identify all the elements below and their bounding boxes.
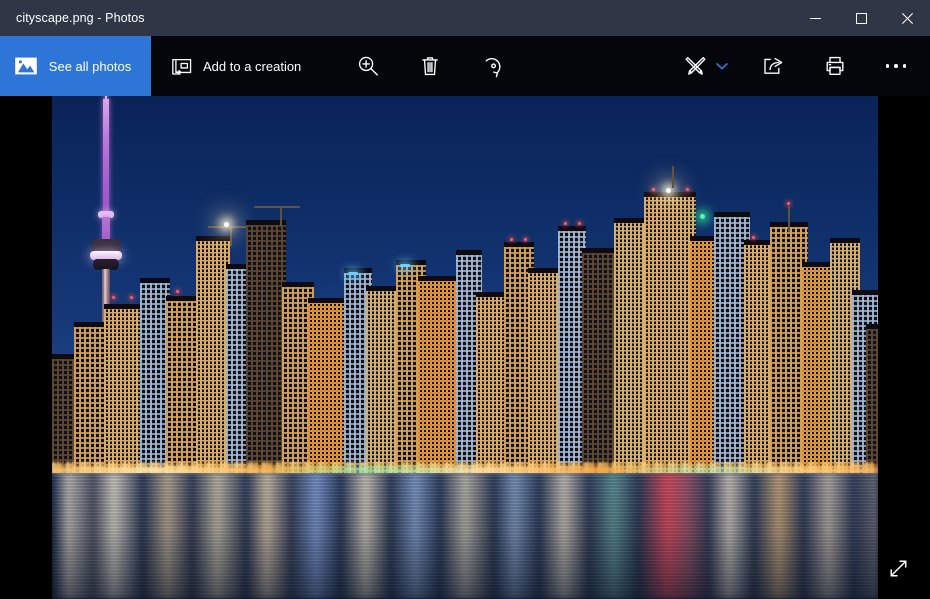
delete-button[interactable]: [399, 36, 461, 96]
print-button[interactable]: [804, 36, 866, 96]
print-icon: [826, 56, 844, 75]
title-bar: cityscape.png - Photos: [0, 0, 930, 36]
close-icon: [901, 12, 913, 24]
share-icon: [764, 57, 783, 74]
fullscreen-button[interactable]: [880, 550, 916, 586]
zoom-button[interactable]: [337, 36, 399, 96]
photos-app-window: cityscape.png - Photos See all photos Ad…: [0, 0, 930, 599]
window-title: cityscape.png - Photos: [16, 11, 145, 25]
command-bar: See all photos Add to a creation: [0, 36, 930, 96]
edit-create-icon: [685, 56, 705, 75]
close-button[interactable]: [884, 0, 930, 36]
more-options-button[interactable]: [866, 36, 926, 96]
trash-icon: [422, 57, 439, 76]
minimize-icon: [809, 17, 821, 19]
water-reflections: [52, 473, 878, 599]
photo-image[interactable]: [52, 96, 878, 599]
toolbar-gap-left: [321, 36, 337, 96]
share-button[interactable]: [742, 36, 804, 96]
zoom-in-icon: [359, 56, 379, 76]
photo-collection-icon: [14, 57, 37, 75]
add-to-creation-icon: [172, 58, 192, 75]
add-to-creation-button[interactable]: Add to a creation: [151, 36, 321, 96]
maximize-button[interactable]: [838, 0, 884, 36]
rotate-button[interactable]: [461, 36, 523, 96]
rotate-icon: [485, 57, 501, 77]
see-all-photos-button[interactable]: See all photos: [0, 36, 151, 96]
see-all-photos-label: See all photos: [48, 59, 132, 74]
minimize-button[interactable]: [792, 0, 838, 36]
photo-stage: [0, 96, 930, 599]
toolbar-gap-center: [523, 36, 668, 96]
expand-diagonal-icon: [890, 560, 906, 576]
add-to-creation-label: Add to a creation: [203, 59, 302, 74]
ellipsis-icon: [885, 64, 907, 68]
city-skyline: [52, 166, 878, 474]
window-controls: [792, 0, 930, 36]
maximize-icon: [855, 12, 867, 24]
chevron-down-icon[interactable]: [715, 62, 728, 71]
edit-and-create-button[interactable]: [668, 36, 742, 96]
